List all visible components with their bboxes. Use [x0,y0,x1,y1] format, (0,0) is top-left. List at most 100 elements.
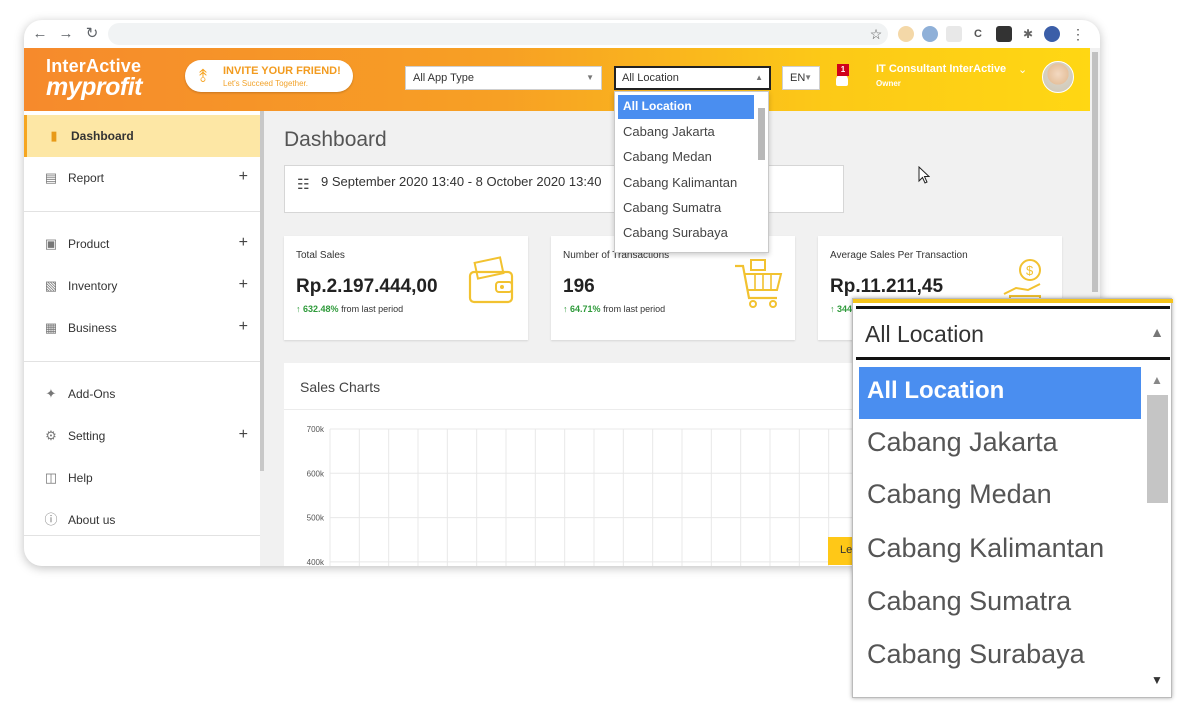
expand-plus-icon[interactable]: + [239,318,248,336]
logo[interactable]: InterActive myprofit [46,57,176,103]
scroll-up-icon[interactable]: ▲ [1151,373,1163,387]
zoom-location-value: All Location [865,321,984,347]
invite-friend-button[interactable]: ⥉ INVITE YOUR FRIEND! Let's Succeed Toge… [185,60,353,92]
language-select[interactable]: EN ▼ [782,66,820,90]
sidebar-item-add-ons[interactable]: ✦ Add-Ons [24,373,260,415]
sidebar-item-business[interactable]: ▦ Business + [24,307,260,349]
change-value: 64.71% [570,304,601,314]
dropdown-scrollbar-thumb[interactable] [758,108,765,160]
info-icon: ⓘ [44,512,58,527]
sidebar-item-label: Setting [68,429,106,443]
zoom-scrollbar-thumb[interactable] [1147,395,1168,503]
address-bar[interactable] [108,23,888,45]
location-select[interactable]: All Location ▲ [614,66,771,90]
invite-subtitle: Let's Succeed Together. [223,79,308,88]
reload-icon[interactable]: ↻ [82,24,102,44]
caret-up-icon: ▲ [755,73,763,82]
change-percent: ↑ 64.71% [563,304,601,314]
menu-kebab-icon[interactable]: ⋮ [1070,26,1086,42]
notification-badge: 1 [837,64,849,76]
zoom-location-option[interactable]: All Location [859,367,1141,419]
y-tick-label: 600k [307,469,325,478]
logo-line2: myprofit [46,73,143,101]
zoom-location-option[interactable]: Cabang Surabaya [859,631,1141,683]
location-option[interactable]: Cabang Sumatra [618,196,754,220]
expand-plus-icon[interactable]: + [239,426,248,444]
card-value: Rp.11.211,45 [830,276,944,297]
box-icon: ▣ [44,236,58,251]
wallet-icon [468,256,514,304]
avatar[interactable] [1042,61,1074,93]
card-value: 196 [563,276,595,297]
extension-icon[interactable] [922,26,938,42]
user-name[interactable]: IT Consultant InterActive [876,63,1006,75]
zoom-location-option[interactable]: Cabang Medan [859,471,1141,523]
chevron-down-icon[interactable]: ⌄ [1018,63,1027,76]
forward-icon[interactable]: → [56,24,76,44]
profile-icon[interactable] [1044,26,1060,42]
zoom-location-list: All Location Cabang Jakarta Cabang Medan… [856,365,1170,695]
svg-text:$: $ [1026,263,1034,278]
zoom-header-strip [853,299,1173,303]
sidebar-item-help[interactable]: ◫ Help [24,457,260,499]
y-tick-label: 400k [307,558,325,566]
share-icon: ⥉ [198,66,208,86]
caret-down-icon: ▼ [804,73,812,82]
extension-icon[interactable] [996,26,1012,42]
zoom-location-option[interactable]: Cabang Sumatra [859,578,1141,630]
sidebar-item-dashboard[interactable]: ▮ Dashboard [24,115,260,157]
sidebar: ▮ Dashboard ▤ Report + ▣ Product + ▧ Inv… [24,111,260,566]
sidebar-item-report[interactable]: ▤ Report + [24,157,260,199]
dropdown-scrollbar[interactable] [756,96,766,248]
inventory-icon: ▧ [44,278,58,293]
extension-icon[interactable] [946,26,962,42]
zoom-location-option[interactable]: Cabang Kalimantan [859,525,1141,577]
cookie-extension-icon[interactable] [898,26,914,42]
expand-plus-icon[interactable]: + [239,168,248,186]
caret-up-icon: ▲ [1150,324,1164,340]
sidebar-item-product[interactable]: ▣ Product + [24,223,260,265]
star-icon[interactable]: ☆ [868,26,884,42]
zoom-location-option[interactable]: Cabang Jakarta [859,419,1141,471]
location-option[interactable]: All Location [618,95,754,119]
card-title: Total Sales [296,250,345,261]
puzzle-extension-icon[interactable]: ✱ [1020,26,1036,42]
page-scrollbar-thumb[interactable] [1092,52,1098,292]
scroll-down-icon[interactable]: ▼ [1151,673,1163,687]
sidebar-item-label: Dashboard [71,129,134,143]
location-option[interactable]: Cabang Kalimantan [618,171,754,195]
location-option[interactable]: Cabang Surabaya [618,221,754,245]
gear-icon: ⚙ [45,428,57,443]
notification-bell-icon[interactable]: 1 [832,64,854,90]
y-tick-label: 500k [307,514,325,523]
app-header: InterActive myprofit ⥉ INVITE YOUR FRIEN… [24,48,1090,111]
total-sales-card: Total Sales Rp.2.197.444,00 ↑ 632.48% fr… [284,236,528,340]
shopping-cart-icon [735,259,783,308]
user-role: Owner [876,79,901,88]
extension-icon[interactable]: C [970,26,986,42]
location-option[interactable]: Cabang Medan [618,145,754,169]
change-percent: ↑ 344 [830,304,853,314]
app-type-value: All App Type [413,72,474,84]
chart-title: Sales Charts [300,379,381,395]
sidebar-item-inventory[interactable]: ▧ Inventory + [24,265,260,307]
zoomed-location-dropdown: All Location ▲ All Location Cabang Jakar… [852,298,1173,698]
app-type-select[interactable]: All App Type ▼ [405,66,602,90]
expand-plus-icon[interactable]: + [239,276,248,294]
sidebar-item-label: Inventory [68,279,118,293]
sidebar-item-label: Business [68,321,117,335]
card-change: ↑ 64.71% from last period [563,304,665,314]
location-option[interactable]: Cabang Jakarta [618,120,754,144]
change-percent: ↑ 632.48% [296,304,339,314]
zoom-dropdown-scrollbar[interactable]: ▲ ▼ [1144,365,1170,695]
change-suffix: from last period [603,304,666,314]
bar-chart-icon: ▮ [50,128,58,143]
caret-down-icon: ▼ [586,73,594,82]
expand-plus-icon[interactable]: + [239,234,248,252]
back-icon[interactable]: ← [30,24,50,44]
sidebar-item-setting[interactable]: ⚙ Setting + [24,415,260,457]
calendar-icon: ☷ [297,176,310,192]
mouse-cursor-icon [918,166,930,184]
book-icon: ◫ [44,470,58,485]
zoom-location-select[interactable]: All Location ▲ [856,306,1170,360]
